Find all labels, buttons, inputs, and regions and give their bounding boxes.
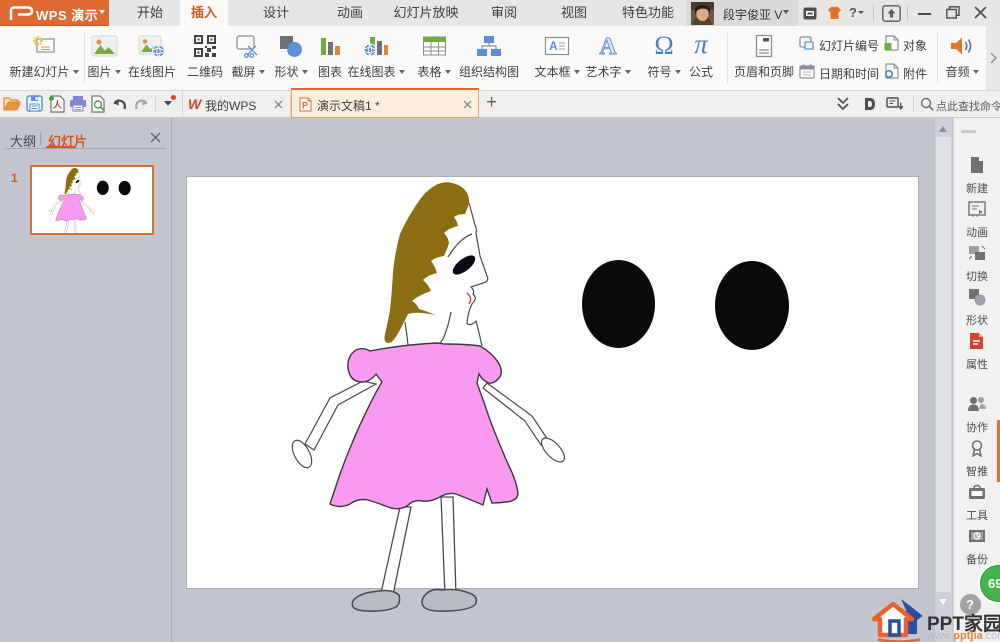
svg-text:A: A <box>549 39 558 53</box>
svg-text:π: π <box>694 32 709 58</box>
svg-text:P: P <box>302 101 308 111</box>
svg-text:人: 人 <box>52 99 63 110</box>
